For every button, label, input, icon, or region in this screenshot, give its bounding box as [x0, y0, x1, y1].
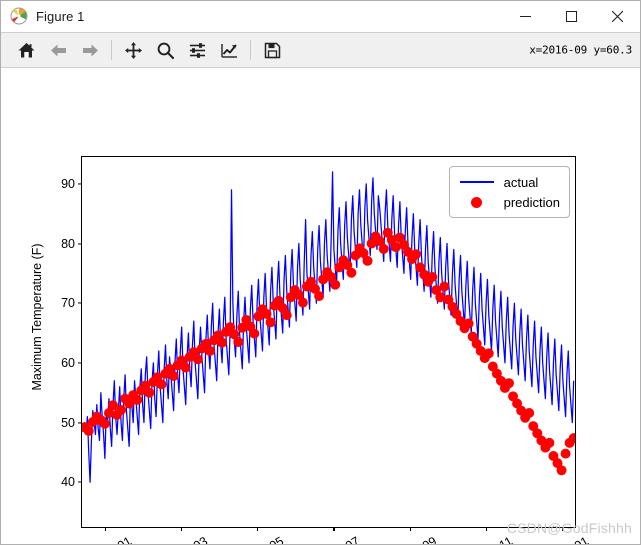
prediction-point: [217, 337, 228, 348]
y-tick-label: 40: [61, 475, 75, 490]
prediction-point: [156, 379, 167, 390]
close-button[interactable]: [594, 1, 640, 31]
pan-move-icon[interactable]: [118, 36, 148, 64]
prediction-point: [463, 318, 474, 329]
prediction-point: [314, 291, 325, 302]
prediction-point: [180, 362, 191, 373]
prediction-point: [144, 387, 155, 398]
y-tick-mark: [78, 302, 82, 304]
x-tick-mark: [181, 527, 183, 531]
x-tick-label: 2016-09: [392, 534, 439, 544]
legend-entry-actual: actual: [457, 172, 560, 192]
x-tick-mark: [104, 527, 107, 531]
minimize-button[interactable]: [502, 1, 548, 31]
prediction-point: [249, 328, 260, 339]
prediction-point: [411, 249, 422, 260]
prediction-point: [362, 255, 373, 266]
y-tick-label: 60: [61, 355, 75, 370]
x-tick-label: 2017-01: [544, 534, 591, 544]
y-tick-mark: [78, 422, 82, 424]
y-tick-label: 50: [61, 415, 75, 430]
coordinate-readout: x=2016-09 y=60.3: [529, 43, 632, 57]
figure-window: Figure 1 x=2016-09 y=60.3 Maximum Temper…: [0, 0, 641, 545]
forward-arrow-icon[interactable]: [75, 36, 105, 64]
maximize-button[interactable]: [548, 1, 594, 31]
x-tick-mark: [257, 527, 259, 531]
toolbar-separator: [250, 40, 251, 60]
figure-toolbar: x=2016-09 y=60.3: [1, 32, 640, 68]
x-tick-mark: [333, 527, 335, 531]
subplot-sliders-icon[interactable]: [182, 36, 212, 64]
y-tick-label: 70: [61, 296, 75, 311]
legend-label-prediction: prediction: [503, 194, 560, 210]
prediction-point: [427, 271, 438, 282]
prediction-point: [265, 317, 276, 328]
y-tick-mark: [78, 183, 82, 185]
save-floppy-icon[interactable]: [257, 36, 287, 64]
toolbar-separator: [111, 40, 112, 60]
window-controls: [502, 1, 640, 31]
x-tick-mark: [485, 527, 487, 531]
prediction-point: [483, 348, 494, 359]
prediction-point: [192, 354, 203, 365]
x-tick-label: 2016-07: [316, 534, 363, 544]
legend-entry-prediction: prediction: [457, 192, 560, 212]
actual-line-series: [83, 172, 573, 482]
prediction-point: [132, 394, 143, 405]
x-tick-mark: [562, 527, 564, 531]
window-titlebar: Figure 1: [1, 1, 640, 32]
matplotlib-logo-icon: [10, 7, 28, 25]
figure-canvas: Actual and Predicted Values Maximum Temp…: [1, 68, 640, 544]
prediction-point: [346, 267, 357, 278]
y-tick-mark: [78, 242, 82, 245]
prediction-point: [544, 437, 555, 448]
prediction-point: [233, 337, 244, 347]
prediction-point: [524, 408, 535, 418]
prediction-point: [168, 371, 179, 381]
x-tick-mark: [409, 527, 411, 531]
zoom-magnifier-icon[interactable]: [150, 36, 180, 64]
x-tick-label: 2016-11: [469, 534, 515, 544]
plot-axes[interactable]: 40 50 60 70 80 90 2016-01 2016-03 2016-05 2016-0…: [61, 156, 591, 544]
prediction-point: [204, 345, 215, 356]
prediction-point: [116, 405, 127, 416]
prediction-point: [504, 378, 514, 389]
prediction-point: [330, 279, 341, 290]
prediction-scatter-series: [82, 227, 575, 476]
curve-edit-icon[interactable]: [214, 36, 244, 64]
window-title: Figure 1: [36, 8, 85, 24]
x-tick-label: 2016-01: [87, 534, 134, 544]
back-arrow-icon[interactable]: [43, 36, 73, 64]
prediction-point: [99, 418, 110, 429]
y-tick-label: 80: [61, 236, 75, 251]
y-tick-mark: [78, 362, 82, 364]
prediction-point: [378, 243, 389, 254]
x-tick-label: 2016-05: [240, 534, 287, 544]
y-axis-label: Maximum Temperature (F): [30, 243, 44, 391]
home-icon[interactable]: [11, 36, 41, 64]
prediction-point: [83, 425, 94, 436]
prediction-point: [439, 281, 450, 292]
chart-legend: actual prediction: [448, 166, 570, 218]
prediction-point: [560, 448, 571, 459]
prediction-point: [556, 465, 567, 476]
prediction-point: [281, 310, 292, 321]
y-tick-label: 90: [61, 176, 75, 191]
y-tick-mark: [78, 481, 82, 483]
legend-label-actual: actual: [503, 174, 539, 190]
legend-line-swatch: [457, 180, 497, 184]
prediction-point: [297, 297, 308, 308]
x-tick-label: 2016-03: [163, 534, 210, 544]
legend-dot-swatch: [457, 196, 497, 208]
